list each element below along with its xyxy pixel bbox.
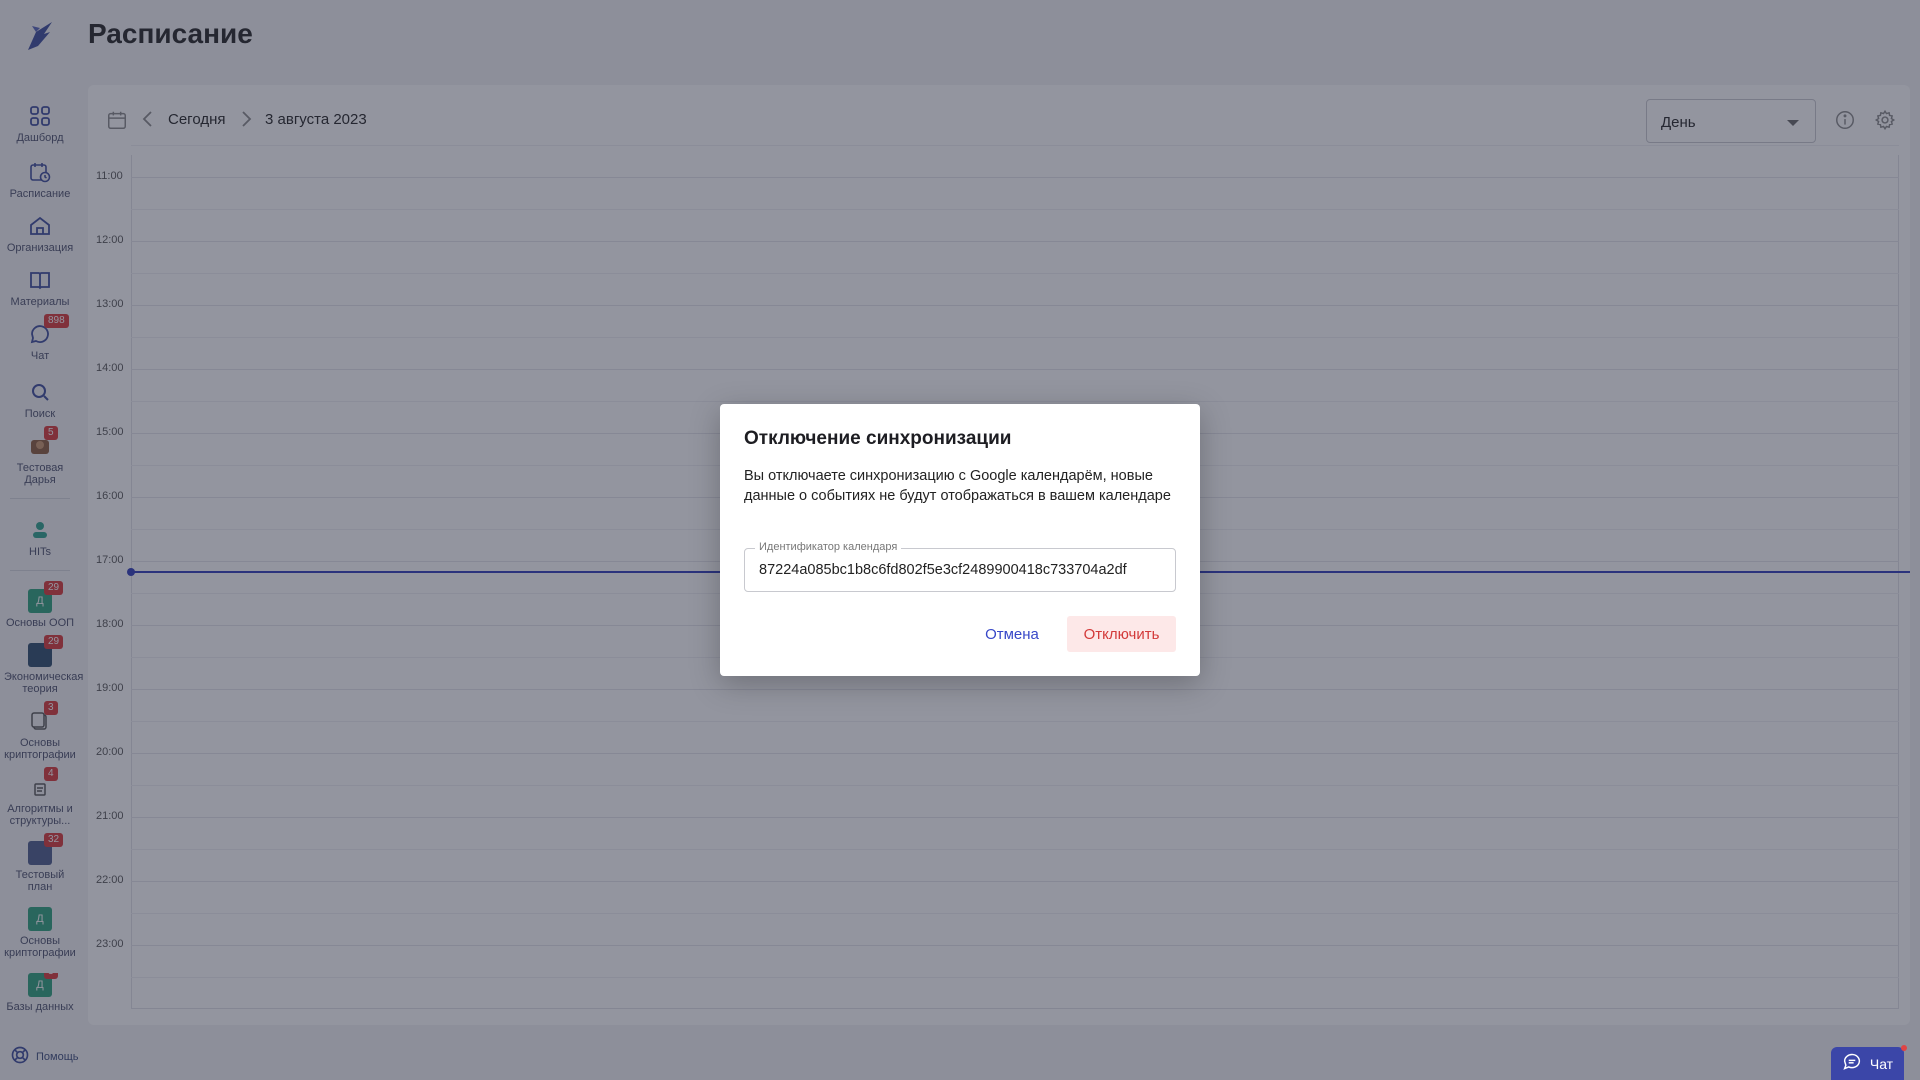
dialog-message: Вы отключаете синхронизацию с Google кал…	[744, 468, 1171, 504]
cancel-button[interactable]: Отмена	[970, 616, 1054, 652]
calendar-id-field[interactable]: Идентификатор календаря 87224a085bc1b8c6…	[744, 541, 1176, 592]
calendar-id-value[interactable]: 87224a085bc1b8c6fd802f5e3cf2489900418c73…	[759, 562, 1167, 578]
chat-widget-button[interactable]: Чат	[1831, 1045, 1907, 1080]
dialog-title: Отключение синхронизации	[744, 428, 1012, 449]
chat-bubble-icon	[1842, 1053, 1862, 1074]
calendar-id-label: Идентификатор календаря	[755, 541, 902, 553]
disconnect-sync-dialog: Отключение синхронизации Вы отключаете с…	[720, 404, 1200, 676]
chat-widget-label: Чат	[1869, 1055, 1894, 1072]
disconnect-button[interactable]: Отключить	[1067, 616, 1176, 652]
notification-dot	[1901, 1045, 1907, 1051]
